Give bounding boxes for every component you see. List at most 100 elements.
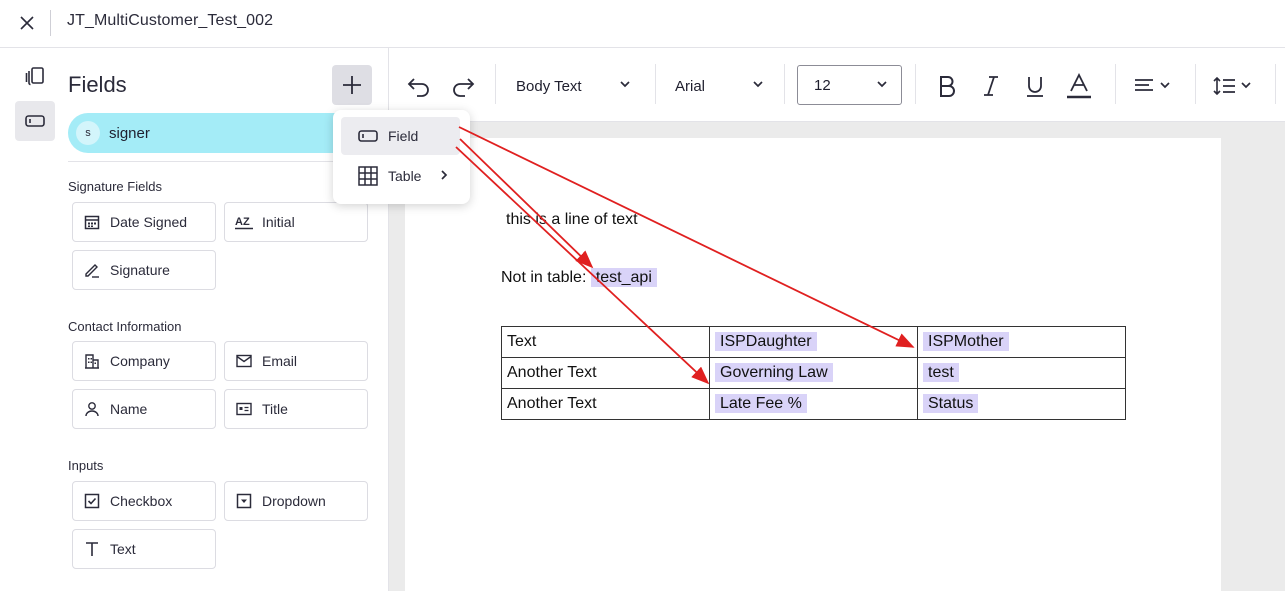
section-inputs: Inputs	[68, 458, 104, 473]
envelope-icon	[235, 352, 253, 370]
chevron-down-icon	[753, 81, 763, 88]
text-style-value: Body Text	[516, 77, 582, 95]
calendar-icon	[83, 213, 101, 231]
dropdown-icon	[235, 492, 253, 510]
menu-item-label: Field	[388, 128, 419, 144]
menu-item-table[interactable]: Table	[341, 157, 460, 195]
bold-icon[interactable]	[931, 70, 963, 102]
section-contact-information: Contact Information	[68, 319, 182, 334]
document-canvas: this is a line of text Not in table: tes…	[389, 122, 1285, 591]
table-cell[interactable]: Another Text	[501, 388, 710, 420]
signer-selector[interactable]: s signer	[68, 113, 358, 153]
menu-item-field[interactable]: Field	[341, 117, 460, 155]
chevron-right-icon	[441, 170, 448, 180]
field-title[interactable]: Title	[224, 389, 368, 429]
field-date-signed[interactable]: Date Signed	[72, 202, 216, 242]
field-dropdown[interactable]: Dropdown	[224, 481, 368, 521]
initials-icon: AZ	[235, 213, 253, 231]
panel-title: Fields	[68, 72, 127, 97]
field-chip-test-api[interactable]: test_api	[590, 268, 657, 287]
field-label: Date Signed	[110, 214, 188, 230]
field-chip[interactable]: test	[923, 363, 959, 382]
toolbar-divider	[784, 64, 785, 104]
add-menu: Field Table	[333, 110, 470, 204]
field-label: Title	[262, 401, 288, 417]
pages-icon[interactable]	[15, 56, 55, 96]
document-title: JT_MultiCustomer_Test_002	[67, 12, 274, 29]
toolbar-divider	[1275, 64, 1276, 104]
section-signature-fields: Signature Fields	[68, 179, 162, 194]
table-row: Another Text Governing Law test	[501, 357, 1126, 389]
left-rail	[0, 48, 56, 591]
field-checkbox[interactable]: Checkbox	[72, 481, 216, 521]
chevron-down-icon	[620, 81, 630, 88]
person-icon	[83, 400, 101, 418]
table-cell[interactable]: Another Text	[501, 357, 710, 389]
menu-item-label: Table	[388, 168, 422, 184]
field-label: Dropdown	[262, 493, 326, 509]
table-row: Text ISPDaughter ISPMother	[501, 326, 1126, 358]
field-text[interactable]: Text	[72, 529, 216, 569]
field-chip[interactable]: Status	[923, 394, 979, 413]
document-table: Text ISPDaughter ISPMother Another Text Gove…	[501, 326, 1126, 420]
text-style-select[interactable]: Body Text	[516, 72, 632, 100]
field-label: Name	[110, 401, 148, 417]
pen-icon	[83, 261, 101, 279]
table-cell[interactable]: ISPMother	[917, 326, 1126, 358]
table-cell[interactable]: test	[917, 357, 1126, 389]
text-line-1[interactable]: this is a line of text	[506, 211, 638, 229]
table-cell[interactable]: Text	[501, 326, 710, 358]
field-name[interactable]: Name	[72, 389, 216, 429]
plus-icon	[343, 76, 361, 94]
field-label: Signature	[110, 262, 170, 278]
font-size-value: 12	[814, 77, 831, 94]
toolbar-divider	[915, 64, 916, 104]
underline-icon[interactable]	[1019, 70, 1051, 102]
font-select[interactable]: Arial	[675, 72, 765, 100]
line-spacing-icon[interactable]	[1211, 70, 1255, 102]
cell-text: Another Text	[507, 395, 597, 412]
field-company[interactable]: Company	[72, 341, 216, 381]
table-cell[interactable]: Status	[917, 388, 1126, 420]
top-bar: JT_MultiCustomer_Test_002	[0, 0, 1285, 48]
table-cell[interactable]: ISPDaughter	[709, 326, 918, 358]
text-color-icon[interactable]	[1063, 70, 1095, 102]
formatting-toolbar: Body Text Arial 12	[389, 48, 1285, 122]
building-icon	[83, 352, 101, 370]
field-chip[interactable]: ISPDaughter	[715, 332, 817, 351]
align-left-icon[interactable]	[1131, 70, 1175, 102]
field-label: Checkbox	[110, 493, 173, 509]
cell-text: Another Text	[507, 364, 597, 381]
text-line-2[interactable]: Not in table: test_api	[501, 268, 657, 287]
field-label: Email	[262, 353, 298, 369]
table-cell[interactable]: Governing Law	[709, 357, 918, 389]
toolbar-divider	[1115, 64, 1116, 104]
signer-name: signer	[109, 124, 150, 142]
field-email[interactable]: Email	[224, 341, 368, 381]
close-icon[interactable]	[16, 12, 38, 34]
field-chip[interactable]: Late Fee %	[715, 394, 807, 413]
table-cell[interactable]: Late Fee %	[709, 388, 918, 420]
field-label: Company	[110, 353, 170, 369]
field-chip[interactable]: ISPMother	[923, 332, 1009, 351]
document-page[interactable]: this is a line of text Not in table: tes…	[405, 138, 1221, 591]
text-icon	[83, 540, 101, 558]
field-label: Text	[110, 541, 136, 557]
id-card-icon	[235, 400, 253, 418]
field-label: Initial	[262, 214, 295, 230]
field-signature[interactable]: Signature	[72, 250, 216, 290]
italic-icon[interactable]	[975, 70, 1007, 102]
font-size-select[interactable]: 12	[797, 65, 902, 105]
redo-icon[interactable]	[447, 70, 479, 102]
field-initial[interactable]: AZ Initial	[224, 202, 368, 242]
field-chip[interactable]: Governing Law	[715, 363, 833, 382]
field-icon[interactable]	[15, 101, 55, 141]
cell-text: Text	[507, 333, 537, 350]
field-icon	[358, 126, 378, 146]
font-value: Arial	[675, 77, 706, 95]
toolbar-divider	[655, 64, 656, 104]
add-button[interactable]	[332, 65, 372, 105]
undo-icon[interactable]	[403, 70, 435, 102]
table-icon	[358, 166, 378, 186]
signer-avatar: s	[76, 121, 100, 145]
